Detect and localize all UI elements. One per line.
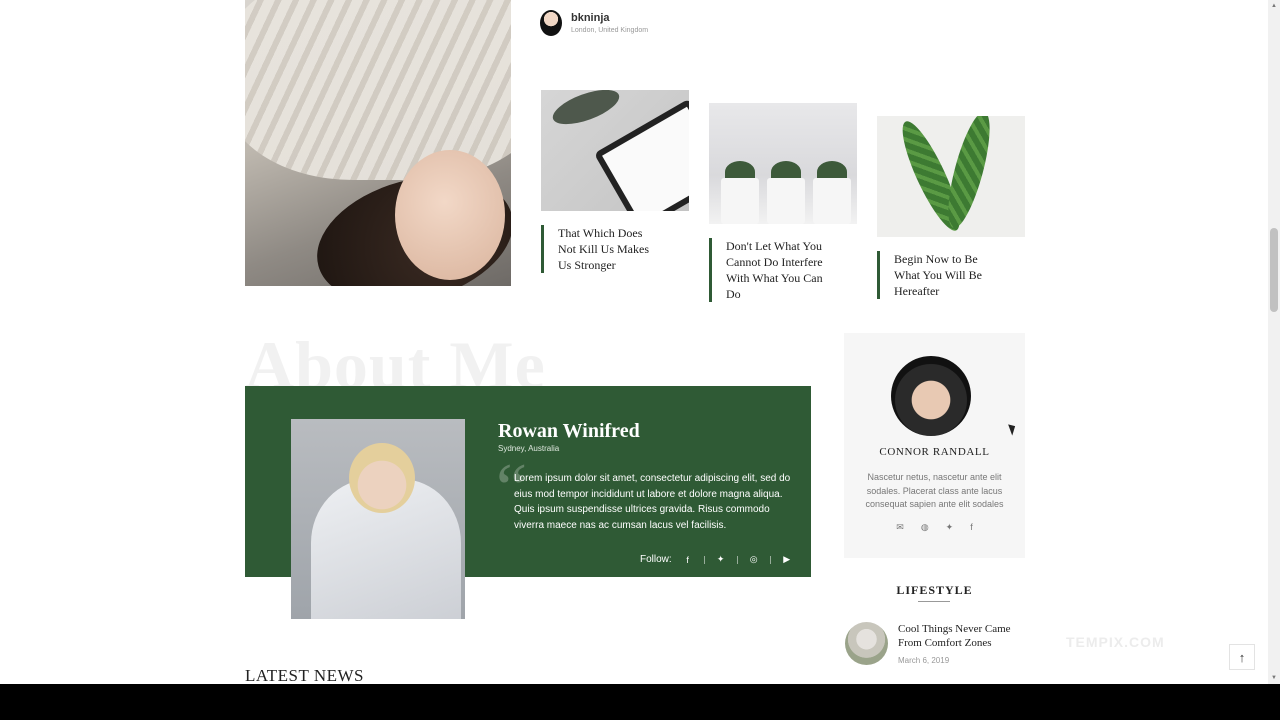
- author-name[interactable]: bkninja: [571, 12, 648, 24]
- face-shape: [395, 150, 505, 280]
- screen-bottom-bar: [0, 684, 1280, 720]
- latest-news-heading: LATEST NEWS: [245, 666, 364, 684]
- facebook-icon[interactable]: f: [970, 522, 973, 533]
- profile-social-links: ✉ ◍ ✦ f: [844, 522, 1025, 533]
- lifestyle-post-thumbnail[interactable]: [845, 622, 888, 665]
- watermark: TEMPIX.COM: [1066, 634, 1165, 650]
- twitter-icon[interactable]: ✦: [946, 522, 954, 533]
- post-card-title[interactable]: That Which Does Not Kill Us Makes Us Str…: [558, 225, 661, 273]
- post-card-image[interactable]: [877, 116, 1025, 237]
- follow-label: Follow:: [640, 554, 672, 565]
- profile-widget: CONNOR RANDALL Nascetur netus, nascetur …: [844, 333, 1025, 558]
- mail-icon[interactable]: ✉: [896, 522, 904, 533]
- arrow-up-icon: ↑: [1238, 649, 1246, 665]
- post-card-title[interactable]: Don't Let What You Cannot Do Interfere W…: [726, 238, 829, 302]
- twitter-icon[interactable]: ✦: [715, 554, 727, 565]
- post-card-caption: Don't Let What You Cannot Do Interfere W…: [709, 238, 843, 302]
- post-author[interactable]: bkninja London, United Kingdom: [540, 10, 648, 36]
- follow-links: Follow: f ✦ ◎ ▶: [640, 554, 793, 565]
- pot-shape: [813, 178, 851, 224]
- page-scrollbar[interactable]: ▲ ▼: [1268, 0, 1280, 684]
- scrollbar-thumb[interactable]: [1270, 228, 1278, 312]
- divider: [769, 555, 771, 564]
- divider: [736, 555, 738, 564]
- back-to-top-button[interactable]: ↑: [1229, 644, 1255, 670]
- sweater-shape: [245, 0, 511, 180]
- about-text: Lorem ipsum dolor sit amet, consectetur …: [514, 473, 791, 531]
- fern-shape: [939, 116, 999, 232]
- post-card[interactable]: That Which Does Not Kill Us Makes Us Str…: [541, 90, 689, 273]
- about-name: Rowan Winifred: [498, 420, 640, 442]
- lifestyle-post-title[interactable]: Cool Things Never Came From Comfort Zone…: [898, 622, 1023, 650]
- post-card-image[interactable]: [541, 90, 689, 211]
- leaf-shape: [548, 90, 624, 132]
- post-card-image[interactable]: [709, 103, 857, 224]
- about-photo: [291, 419, 465, 619]
- lifestyle-post-date: March 6, 2019: [898, 656, 950, 665]
- youtube-icon[interactable]: ▶: [781, 554, 793, 565]
- author-location: London, United Kingdom: [571, 27, 649, 34]
- heading-underline: [918, 601, 950, 602]
- page-viewport: bkninja London, United Kingdom That Whic…: [0, 0, 1280, 684]
- profile-name: CONNOR RANDALL: [879, 446, 990, 458]
- featured-post-image[interactable]: [245, 0, 511, 286]
- tablet-shape: [593, 98, 689, 211]
- post-card[interactable]: Don't Let What You Cannot Do Interfere W…: [709, 103, 857, 302]
- scroll-down-icon[interactable]: ▼: [1268, 672, 1280, 684]
- profile-bio: Nascetur netus, nascetur ante elit sodal…: [865, 472, 1004, 509]
- pot-shape: [721, 178, 759, 224]
- facebook-icon[interactable]: f: [682, 555, 694, 565]
- head-shape: [349, 443, 415, 513]
- globe-icon[interactable]: ◍: [921, 522, 929, 533]
- post-card[interactable]: Begin Now to Be What You Will Be Hereaft…: [877, 116, 1025, 299]
- lifestyle-heading: LIFESTYLE: [896, 583, 973, 597]
- author-avatar: [540, 10, 562, 36]
- post-card-caption: That Which Does Not Kill Us Makes Us Str…: [541, 225, 675, 273]
- post-card-caption: Begin Now to Be What You Will Be Hereaft…: [877, 251, 1011, 299]
- post-card-title[interactable]: Begin Now to Be What You Will Be Hereaft…: [894, 251, 997, 299]
- pot-shape: [767, 178, 805, 224]
- divider: [703, 555, 705, 564]
- scroll-up-icon[interactable]: ▲: [1268, 0, 1280, 12]
- instagram-icon[interactable]: ◎: [748, 554, 760, 565]
- profile-avatar: [891, 356, 971, 436]
